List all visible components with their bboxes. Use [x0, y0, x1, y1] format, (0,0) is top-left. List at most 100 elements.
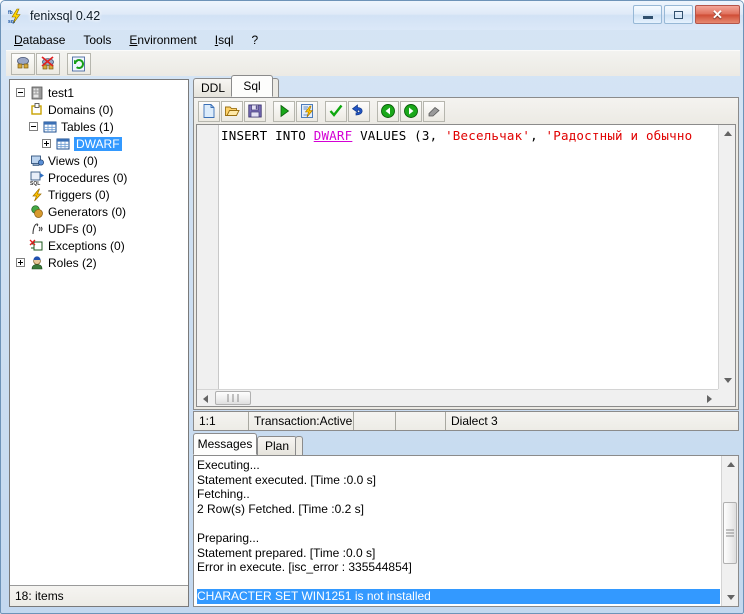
- chevron-up-icon: [726, 462, 735, 467]
- execute-button[interactable]: [273, 100, 295, 122]
- new-button[interactable]: [198, 100, 220, 122]
- scrollbar-corner: [718, 389, 735, 406]
- connect-button[interactable]: [11, 52, 35, 75]
- results-tab-strip: Messages Plan: [193, 433, 739, 455]
- editor-scroll-right-button[interactable]: [701, 390, 718, 406]
- check-icon: [329, 104, 343, 117]
- execute-script-button[interactable]: [296, 100, 318, 122]
- tree-node-udfs[interactable]: UDFs (0): [14, 220, 188, 237]
- caret-position-panel: 1:1: [194, 412, 249, 430]
- table-icon: [55, 136, 71, 152]
- close-button[interactable]: ✕: [695, 5, 740, 24]
- disconnect-button[interactable]: [36, 52, 60, 75]
- editor-scroll-up-button[interactable]: [719, 125, 735, 142]
- database-icon: [29, 85, 45, 101]
- tree-node-dwarf[interactable]: DWARF: [14, 135, 188, 152]
- transaction-state-panel: Transaction:Active: [249, 412, 354, 430]
- tree-label-domains: Domains (0): [48, 102, 114, 117]
- next-button[interactable]: [400, 100, 422, 122]
- open-button[interactable]: [221, 100, 243, 122]
- editor-status-bar: 1:1 Transaction:Active Dialect 3: [193, 411, 739, 431]
- editor-hscroll-thumb[interactable]: [215, 391, 251, 405]
- sql-editor[interactable]: INSERT INTO DWARF VALUES (3, 'Весельчак'…: [196, 124, 736, 407]
- menu-label-tools: Tools: [83, 33, 112, 47]
- menu-accel-database: D: [14, 33, 23, 47]
- roles-icon: [29, 255, 45, 271]
- expander-dwarf[interactable]: [42, 139, 51, 148]
- tree-node-procedures[interactable]: SQL Procedures (0): [14, 169, 188, 187]
- svg-text:fb: fb: [8, 10, 13, 16]
- tree-node-test1[interactable]: test1: [14, 84, 188, 101]
- save-button[interactable]: [244, 100, 266, 122]
- previous-button[interactable]: [377, 100, 399, 122]
- expander-roles[interactable]: [16, 258, 25, 267]
- messages-vertical-scrollbar[interactable]: [721, 456, 738, 606]
- editor-horizontal-scrollbar[interactable]: [197, 389, 718, 406]
- message-line: [197, 516, 720, 531]
- rollback-button[interactable]: [348, 100, 370, 122]
- generator-icon: [29, 204, 45, 220]
- tree-label-views: Views (0): [48, 153, 98, 168]
- tree-node-views[interactable]: Views (0): [14, 152, 188, 169]
- tree-node-roles[interactable]: Roles (2): [14, 254, 188, 271]
- menu-bar: Database Tools Environment Isql ?: [5, 30, 741, 50]
- minimize-button[interactable]: [633, 5, 662, 24]
- tree-label-tables: Tables (1): [61, 119, 114, 134]
- object-tree-panel: test1 Domains (0) Tables (1) DWARF Views…: [9, 79, 189, 607]
- exception-icon: [29, 238, 45, 254]
- tree-node-exceptions[interactable]: Exceptions (0): [14, 237, 188, 254]
- eraser-icon: [428, 106, 440, 117]
- message-line: [197, 575, 720, 590]
- messages-scroll-up-button[interactable]: [722, 456, 738, 473]
- tree-node-domains[interactable]: Domains (0): [14, 101, 188, 118]
- messages-list[interactable]: Executing... Statement executed. [Time :…: [194, 456, 720, 606]
- messages-pane[interactable]: Executing... Statement executed. [Time :…: [193, 455, 739, 607]
- tab-plan-label: Plan: [264, 439, 290, 453]
- trigger-icon: [29, 187, 45, 203]
- menu-item-environment[interactable]: Environment: [129, 33, 196, 47]
- tab-plan[interactable]: Plan: [257, 436, 297, 455]
- plug-disconnect-icon: [41, 55, 54, 69]
- message-line-selected[interactable]: CHARACTER SET WIN1251 is not installed: [197, 589, 720, 604]
- title-bar: fb sql fenixsql 0.42 ✕: [1, 1, 743, 30]
- caret-position-text: 1:1: [199, 414, 216, 428]
- main-toolbar: [6, 50, 740, 76]
- view-icon: [29, 153, 45, 169]
- editor-gutter: [197, 125, 219, 406]
- commit-button[interactable]: [325, 100, 347, 122]
- menu-item-help[interactable]: ?: [251, 33, 258, 47]
- fenixsql-lightning-icon: fb sql: [8, 8, 24, 25]
- editor-scroll-down-button[interactable]: [719, 372, 735, 389]
- tree-node-tables[interactable]: Tables (1): [14, 118, 188, 135]
- table-icon: [42, 119, 58, 135]
- tree-item-count: 18: items: [15, 589, 64, 603]
- refresh-button[interactable]: [67, 52, 91, 75]
- tree-node-triggers[interactable]: Triggers (0): [14, 186, 188, 203]
- message-line: Statement executed. [Time :0.0 s]: [197, 472, 376, 487]
- tree-node-generators[interactable]: Generators (0): [14, 203, 188, 220]
- maximize-button[interactable]: [664, 5, 693, 24]
- database-tree[interactable]: test1 Domains (0) Tables (1) DWARF Views…: [10, 80, 188, 584]
- message-line: Error in execute. [isc_error : 335544854…: [197, 560, 412, 575]
- chevron-up-icon: [723, 131, 732, 136]
- messages-vscroll-thumb[interactable]: [723, 502, 737, 564]
- menu-label-isql: sql: [218, 33, 234, 47]
- sql-code-text[interactable]: INSERT INTO DWARF VALUES (3, 'Весельчак'…: [221, 128, 735, 406]
- chevron-down-icon: [723, 378, 732, 383]
- chevron-down-icon: [726, 595, 735, 600]
- tab-messages[interactable]: Messages: [193, 433, 257, 455]
- plug-icon: [17, 56, 29, 68]
- editor-vertical-scrollbar[interactable]: [718, 125, 735, 389]
- expander-test1[interactable]: [16, 88, 25, 97]
- messages-scroll-down-button[interactable]: [722, 589, 738, 606]
- menu-item-tools[interactable]: Tools: [83, 33, 111, 47]
- tab-ddl[interactable]: DDL: [193, 78, 233, 97]
- editor-scroll-left-button[interactable]: [197, 390, 214, 406]
- menu-item-database[interactable]: Database: [14, 33, 65, 47]
- close-icon: ✕: [712, 7, 723, 22]
- menu-item-isql[interactable]: Isql: [215, 33, 234, 47]
- tab-sql[interactable]: Sql: [231, 75, 273, 97]
- expander-tables[interactable]: [29, 122, 38, 131]
- sql-dialect-panel: Dialect 3: [446, 412, 738, 430]
- clear-button[interactable]: [423, 100, 445, 122]
